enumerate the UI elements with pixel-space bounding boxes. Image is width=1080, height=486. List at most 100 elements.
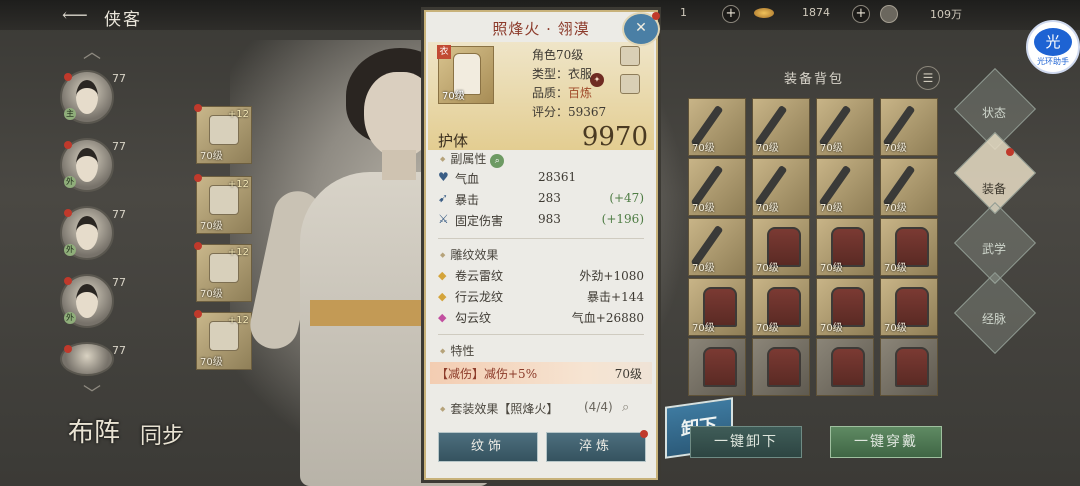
engrave-effect: 暴击+144 <box>587 290 644 304</box>
red-dot-icon <box>64 73 72 81</box>
damage-icon: ⚔ <box>438 212 449 226</box>
red-dot-icon <box>194 242 202 250</box>
bag-cell[interactable]: 70级 <box>816 218 874 276</box>
item-level: 70级 <box>884 143 907 154</box>
search-icon[interactable]: ⌕ <box>490 154 505 168</box>
trait-heading: 特性 <box>440 342 474 359</box>
item-level: 70级 <box>692 143 715 154</box>
bag-cell[interactable]: 70级 <box>752 98 810 156</box>
armor-icon <box>831 347 865 387</box>
tab-status-label: 状态 <box>981 106 1006 120</box>
main-stat-label: 护体 <box>438 132 469 150</box>
sync-button[interactable]: 同步 <box>140 418 184 450</box>
stat-row: ♥ 气血 28361 <box>438 169 644 189</box>
refine-button[interactable]: 淬炼 <box>546 430 648 462</box>
red-dot-icon <box>640 430 648 438</box>
pink-diamond-icon: ◆ <box>438 311 447 324</box>
stat-row: ➹ 暴击 283 (+47) <box>438 190 644 210</box>
chevron-up-icon[interactable]: ︿ <box>83 38 101 64</box>
bag-cell[interactable] <box>880 338 938 396</box>
item-level: 70级 <box>692 323 715 334</box>
item-level: 70级 <box>884 323 907 334</box>
equip-all-button[interactable]: 一键穿戴 <box>830 426 942 458</box>
bag-cell[interactable]: 70级 <box>880 218 938 276</box>
magnifier-icon[interactable]: ⌕ <box>622 400 629 415</box>
bag-cell[interactable]: 70级 <box>816 98 874 156</box>
back-icon[interactable]: ⟵ <box>62 5 88 26</box>
item-level: 70级 <box>884 203 907 214</box>
roster-avatar[interactable]: 77 外 <box>60 206 126 260</box>
page-title: 侠客 <box>104 10 142 30</box>
equip-slot[interactable]: +12 70级 <box>194 242 252 302</box>
divider <box>438 334 644 335</box>
engrave-button[interactable]: 纹饰 <box>438 432 538 462</box>
item-level: 70级 <box>200 221 223 232</box>
main-stat-value: 9970 <box>581 122 648 152</box>
quality-label: 品质： <box>532 86 569 100</box>
menu-icon[interactable]: ☰ <box>916 66 940 90</box>
bag-cell[interactable]: 70级 <box>752 158 810 216</box>
bag-cell[interactable]: 70级 <box>688 218 746 276</box>
stat-bonus: (+47) <box>609 191 644 205</box>
character-neck <box>382 150 416 180</box>
close-icon[interactable]: ✕ <box>622 12 660 46</box>
bag-cell[interactable]: 70级 <box>880 278 938 336</box>
tab-equipment-label: 装备 <box>981 182 1006 196</box>
red-dot-icon <box>652 12 660 20</box>
enhance-level: +12 <box>227 179 249 190</box>
bag-cell[interactable]: 70级 <box>752 278 810 336</box>
role-mark: 外 <box>64 176 76 188</box>
roster-avatar[interactable]: 77 外 <box>60 138 126 192</box>
item-level: 70级 <box>820 323 843 334</box>
compare-icon[interactable] <box>620 74 640 94</box>
red-dot-icon <box>64 141 72 149</box>
bag-cell[interactable]: 70级 <box>688 158 746 216</box>
add-ticket-button[interactable]: + <box>722 5 740 23</box>
assistant-badge[interactable]: 光 光环助手 <box>1026 20 1080 74</box>
avatar-level: 77 <box>112 344 126 357</box>
roster-avatar[interactable]: 77 <box>60 342 126 376</box>
unequip-all-button[interactable]: 一键卸下 <box>690 426 802 458</box>
item-level: 70级 <box>692 263 715 274</box>
share-icon[interactable] <box>620 46 640 66</box>
bag-cell[interactable] <box>752 338 810 396</box>
bag-cell[interactable]: 70级 <box>816 278 874 336</box>
avatar-face <box>76 216 98 250</box>
engrave-row: ◆ 卷云雷纹 外劲+1080 <box>438 266 644 286</box>
avatar-level: 77 <box>112 208 126 221</box>
bag-cell[interactable] <box>816 338 874 396</box>
bag-cell[interactable]: 70级 <box>880 158 938 216</box>
enhance-level: +12 <box>227 315 249 326</box>
formation-button[interactable]: 布阵 <box>68 412 120 449</box>
equip-slot[interactable]: +12 70级 <box>194 104 252 164</box>
bag-cell[interactable]: 70级 <box>880 98 938 156</box>
engrave-name: 行云龙纹 <box>455 290 504 304</box>
bag-cell[interactable]: 70级 <box>816 158 874 216</box>
bag-cell[interactable]: 70级 <box>688 98 746 156</box>
trait-bar: 【减伤】减伤+5% 70级 <box>430 362 652 384</box>
add-gold-button[interactable]: + <box>852 5 870 23</box>
role-mark: 外 <box>64 312 76 324</box>
bag-cell[interactable]: 70级 <box>752 218 810 276</box>
equip-slot[interactable]: +12 70级 <box>194 310 252 370</box>
equip-slot[interactable]: +12 70级 <box>194 174 252 234</box>
armor-icon <box>895 347 929 387</box>
item-level: 70级 <box>756 143 779 154</box>
set-effect[interactable]: ◆ 套装效果【照烽火】 <box>440 400 558 417</box>
roster-avatar[interactable]: 77 外 <box>60 274 126 328</box>
item-level: 70级 <box>692 203 715 214</box>
chevron-down-icon[interactable]: ﹀ <box>83 380 101 406</box>
item-level: 70级 <box>820 143 843 154</box>
heart-icon: ♥ <box>438 170 449 184</box>
enhance-level: +12 <box>227 109 249 120</box>
engrave-row: ◆ 行云龙纹 暴击+144 <box>438 287 644 307</box>
bag-cell[interactable]: 70级 <box>688 278 746 336</box>
avatar-level: 77 <box>112 276 126 289</box>
bag-cell[interactable] <box>688 338 746 396</box>
engrave-name: 勾云纹 <box>455 311 492 325</box>
stat-value: 283 <box>538 191 561 205</box>
stat-value: 983 <box>538 212 561 226</box>
roster-avatar[interactable]: 77 主 <box>60 70 126 124</box>
item-type: 类型：衣服 <box>532 67 593 81</box>
lock-badge-icon[interactable]: ✦ <box>590 73 604 87</box>
